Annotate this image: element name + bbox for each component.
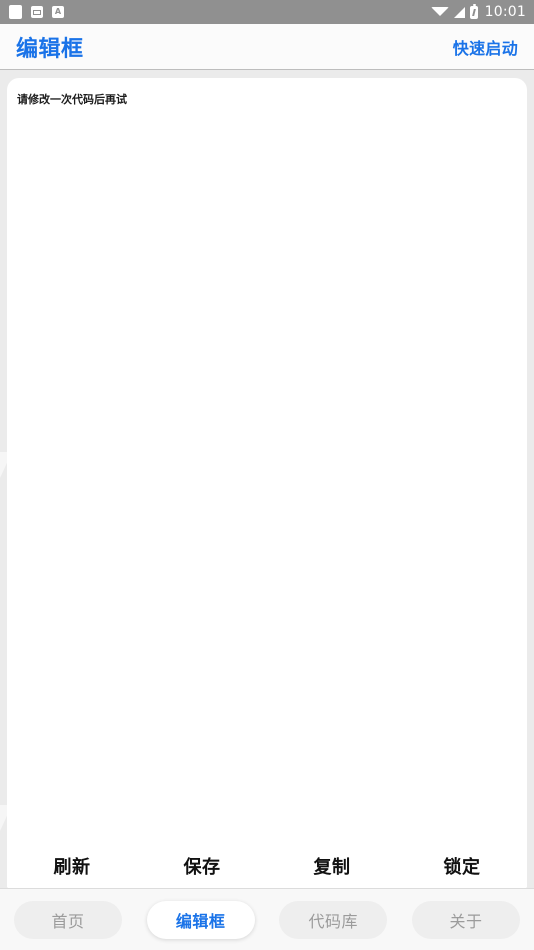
status-bar-system: 10:01: [430, 3, 526, 20]
app-window: A 10:01 编辑框 快速启动 请修改一次代码后再试 刷新 保存 复制 锁定: [0, 0, 534, 950]
page-body: 请修改一次代码后再试 刷新 保存 复制 锁定: [0, 70, 534, 888]
action-bar: 刷新 保存 复制 锁定: [7, 844, 527, 888]
page-title: 编辑框: [16, 36, 84, 62]
app-header: 编辑框 快速启动: [0, 24, 534, 70]
refresh-button[interactable]: 刷新: [7, 853, 137, 879]
nav-item-editor[interactable]: 编辑框: [146, 900, 255, 939]
nav-item-code-library[interactable]: 代码库: [279, 900, 388, 939]
mail-icon: [31, 6, 43, 18]
editor-text[interactable]: 请修改一次代码后再试: [17, 92, 517, 107]
editor-card: 请修改一次代码后再试 刷新 保存 复制 锁定: [7, 78, 527, 888]
save-button[interactable]: 保存: [137, 853, 267, 879]
battery-charging-icon: [469, 3, 478, 19]
cellular-signal-icon: [453, 6, 465, 18]
bottom-navigation: 首页 编辑框 代码库 关于: [0, 888, 534, 950]
app-square-icon: [9, 5, 22, 19]
clock-time: 10:01: [484, 4, 526, 20]
nav-item-home[interactable]: 首页: [14, 900, 122, 939]
copy-button[interactable]: 复制: [267, 853, 397, 879]
nav-item-about[interactable]: 关于: [411, 900, 520, 939]
lock-button[interactable]: 锁定: [397, 853, 527, 879]
status-bar-notifications: A: [9, 5, 431, 19]
letter-a-icon: A: [52, 6, 64, 18]
status-bar: A 10:01: [0, 0, 534, 24]
quick-launch-button[interactable]: 快速启动: [453, 35, 518, 59]
code-editor[interactable]: 请修改一次代码后再试: [7, 78, 527, 844]
wifi-icon: [430, 7, 449, 16]
